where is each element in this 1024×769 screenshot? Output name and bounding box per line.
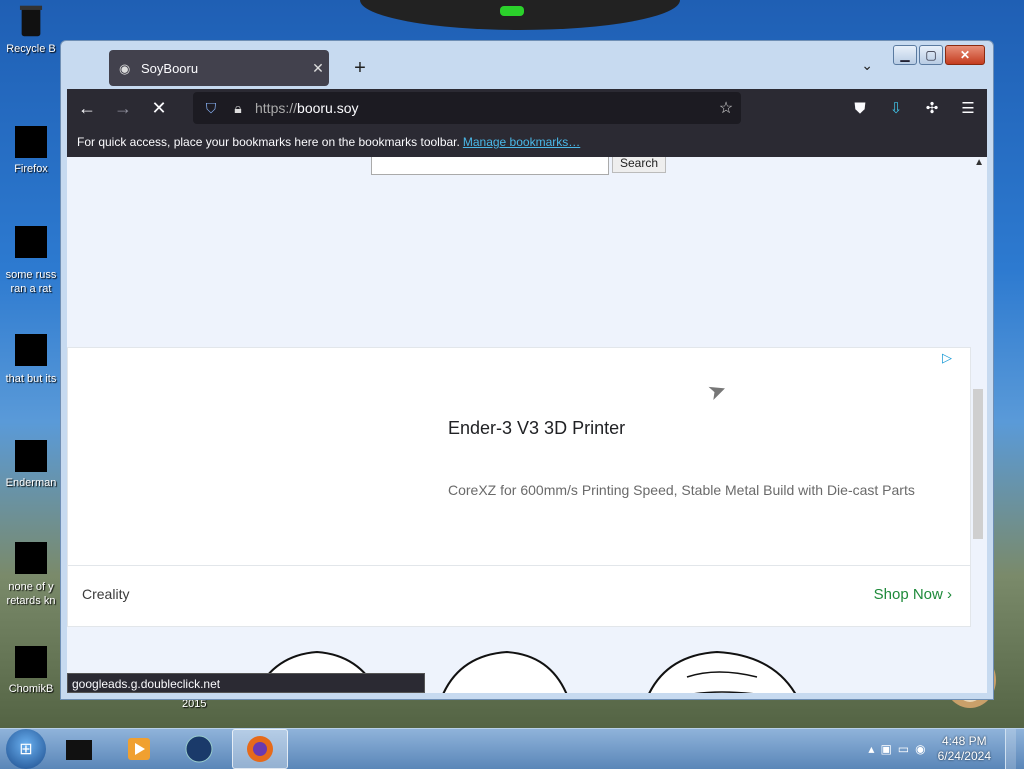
desktop-icon-label: ChomikB [8, 683, 54, 695]
tab-list-chevron-icon[interactable]: ⌄ [861, 57, 873, 74]
url-host: booru.soy [297, 100, 359, 116]
desktop-icon-chomik[interactable]: ChomikB [0, 630, 62, 696]
folder-icon [66, 740, 92, 760]
url-protocol: https:// [255, 100, 298, 116]
ad-arrow-icon: ➤ [704, 375, 730, 406]
network-icon[interactable]: ▭ [898, 742, 909, 756]
menu-hamburger-icon[interactable]: ☰ [953, 93, 983, 123]
redacted-block [15, 440, 47, 472]
taskbar-item-media-player[interactable] [112, 730, 166, 768]
recycle-bin-icon [19, 5, 43, 37]
tray-app-icon[interactable]: ▣ [880, 742, 891, 756]
desktop-icon-label: none of y retards kn [6, 581, 56, 607]
desktop-icon-label: Enderman [5, 477, 57, 489]
globe-icon [185, 735, 213, 763]
media-player-icon [128, 738, 150, 760]
clock-date: 6/24/2024 [937, 749, 991, 763]
desktop-ornament [360, 0, 680, 30]
stop-loading-button[interactable]: ✕ [143, 92, 175, 124]
desktop-icon-firefox[interactable]: Firefox [0, 112, 62, 176]
bookmarks-toolbar: For quick access, place your bookmarks h… [67, 127, 987, 157]
redacted-block [15, 542, 47, 574]
back-button[interactable]: ← [71, 92, 103, 124]
redacted-block [15, 226, 47, 258]
tab-close-icon[interactable]: ✕ [307, 60, 329, 77]
redacted-block [15, 646, 47, 678]
tab-soybooru[interactable]: ◉ SoyBooru ✕ [109, 50, 329, 86]
scroll-thumb[interactable] [973, 389, 983, 539]
status-bar: googleads.g.doubleclick.net [67, 673, 425, 693]
vertical-scrollbar[interactable]: ▲ [971, 157, 987, 693]
taskbar: ⊞ ▴ ▣ ▭ ◉ 4:48 PM 6/24/2024 [0, 728, 1024, 769]
tab-title: SoyBooru [141, 60, 199, 76]
page-content: Search ▷ ➤ Ender-3 V3 3D Printer CoreXZ … [67, 157, 987, 693]
firefox-icon [247, 736, 273, 762]
show-desktop-button[interactable] [1005, 729, 1016, 769]
downloads-icon[interactable]: ⇩ [881, 93, 911, 123]
desktop-icon-label: some russ ran a rat [5, 269, 57, 295]
pocket-icon[interactable]: ⛊ [845, 93, 875, 123]
clock-time: 4:48 PM [941, 734, 987, 748]
desktop-icon-label: Recycle B [6, 43, 56, 55]
desktop-icon-none-of-y[interactable]: none of y retards kn [0, 528, 62, 608]
scroll-up-icon[interactable]: ▲ [974, 157, 984, 168]
ad-description: CoreXZ for 600mm/s Printing Speed, Stabl… [448, 482, 915, 498]
desktop-icon-label: that but its [5, 373, 57, 385]
desktop-icon-some-russ[interactable]: some russ ran a rat [0, 214, 62, 296]
search-input[interactable] [371, 157, 609, 175]
shop-now-button[interactable]: Shop Now › [874, 586, 952, 603]
advertisement[interactable]: ▷ ➤ Ender-3 V3 3D Printer CoreXZ for 600… [67, 347, 971, 627]
system-tray: ▴ ▣ ▭ ◉ 4:48 PM 6/24/2024 [868, 729, 1024, 769]
volume-icon[interactable]: ◉ [915, 742, 925, 756]
navigation-bar: ← → ✕ ⛉ 🔒︎ https://booru.soy ☆ ⛊ ⇩ ✣ ☰ [67, 89, 987, 127]
taskbar-item-firefox[interactable] [232, 729, 288, 769]
taskbar-item-folder[interactable] [52, 730, 106, 768]
desktop-icon-that-but-its[interactable]: that but its [0, 320, 62, 386]
ornament-light [500, 6, 524, 16]
ad-footer: Creality Shop Now › [68, 565, 970, 626]
bookmarks-message: For quick access, place your bookmarks h… [77, 135, 460, 149]
tray-expand-icon[interactable]: ▴ [868, 742, 874, 756]
toolbar-right: ⛊ ⇩ ✣ ☰ [845, 93, 983, 123]
redacted-block [15, 334, 47, 366]
desktop-icon-recycle-bin[interactable]: Recycle B [0, 4, 62, 56]
redacted-block [15, 126, 47, 158]
bookmark-star-icon[interactable]: ☆ [711, 98, 741, 118]
start-button[interactable]: ⊞ [6, 729, 46, 769]
tab-bar: ◉ SoyBooru ✕ + ⌄ [67, 47, 987, 87]
manage-bookmarks-link[interactable]: Manage bookmarks… [463, 135, 580, 149]
desktop-icon-enderman[interactable]: Enderman [0, 426, 62, 490]
url-bar[interactable]: ⛉ 🔒︎ https://booru.soy ☆ [193, 92, 741, 124]
site-favicon-icon: ◉ [119, 61, 131, 76]
desktop-icon-label: Firefox [14, 163, 48, 175]
lock-icon[interactable]: 🔒︎ [225, 100, 251, 117]
ad-headline[interactable]: Ender-3 V3 3D Printer [448, 418, 625, 439]
url-text[interactable]: https://booru.soy [251, 100, 711, 116]
clock[interactable]: 4:48 PM 6/24/2024 [938, 734, 991, 764]
search-button[interactable]: Search [612, 157, 666, 173]
extensions-icon[interactable]: ✣ [917, 93, 947, 123]
taskbar-item-globe[interactable] [172, 730, 226, 768]
ad-brand: Creality [82, 586, 130, 602]
tracking-protection-shield-icon[interactable]: ⛉ [197, 100, 225, 117]
browser-window: ▁ ▢ ✕ ◉ SoyBooru ✕ + ⌄ ← → ✕ ⛉ 🔒︎ https:… [60, 40, 994, 700]
forward-button[interactable]: → [107, 92, 139, 124]
new-tab-button[interactable]: + [347, 55, 373, 81]
adchoices-icon[interactable]: ▷ [942, 350, 952, 366]
